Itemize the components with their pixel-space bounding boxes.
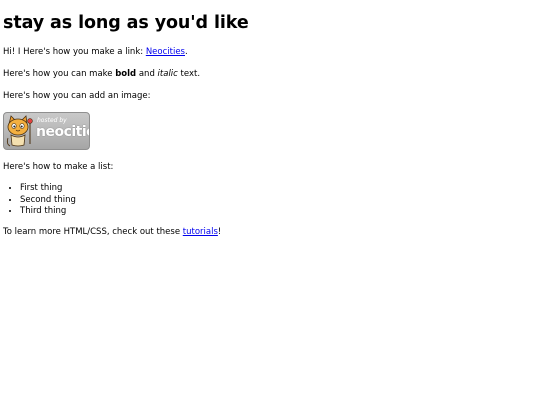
page-title: stay as long as you'd like [3, 13, 249, 33]
link-paragraph-suffix: . [185, 47, 188, 57]
image-paragraph: Here's how you can add an image: [3, 91, 151, 102]
formatting-middle: and [136, 69, 158, 80]
list-item: Third thing [20, 206, 537, 218]
formatting-paragraph: Here's how you can make bold and italic … [3, 69, 537, 80]
tutorials-link[interactable]: tutorials [183, 227, 218, 237]
link-paragraph: Hi! I Here's how you make a link: Neocit… [3, 47, 537, 58]
tutorials-prefix: To learn more HTML/CSS, check out these [3, 226, 183, 237]
page-content: stay as long as you'd like Hi! I Here's … [0, 0, 540, 238]
bold-text: bold [115, 69, 137, 80]
italic-text: italic [157, 69, 178, 80]
badge-brand-text: neocities [36, 124, 89, 141]
formatting-prefix: Here's how you can make [3, 69, 116, 80]
list-item: First thing [20, 183, 537, 195]
tutorials-suffix: ! [217, 226, 222, 237]
tutorials-paragraph: To learn more HTML/CSS, check out these … [3, 227, 537, 238]
formatting-suffix: text. [177, 69, 201, 80]
badge-container: hosted by neocities [3, 112, 537, 151]
hosted-by-neocities-badge: hosted by neocities [3, 112, 90, 151]
list-intro: Here's how to make a list: [3, 162, 114, 173]
neocities-link[interactable]: Neocities [146, 47, 185, 57]
example-list: First thing Second thing Third thing [3, 183, 537, 218]
list-item: Second thing [20, 195, 537, 207]
neocities-cat-icon [6, 115, 33, 147]
link-paragraph-prefix: Hi! I Here's how you make a link: [3, 47, 146, 57]
